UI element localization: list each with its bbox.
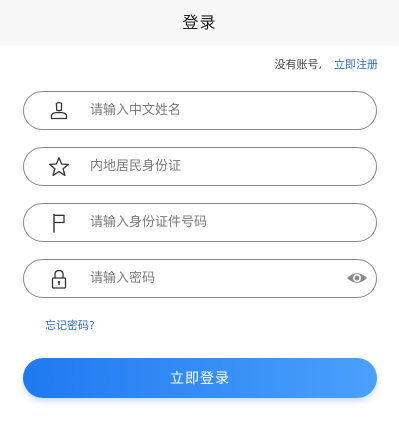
login-button[interactable]: 立即登录: [23, 358, 377, 398]
id-number-input[interactable]: [90, 204, 340, 241]
eye-icon[interactable]: [346, 270, 368, 286]
id-number-field[interactable]: [23, 203, 377, 242]
user-icon: [50, 102, 68, 120]
password-input[interactable]: [90, 260, 340, 297]
password-field[interactable]: [23, 259, 377, 298]
star-icon: [48, 157, 70, 177]
header-bar: 登录: [0, 0, 399, 44]
flag-icon: [53, 213, 65, 233]
forgot-password-link[interactable]: 忘记密码?: [45, 317, 95, 333]
register-prompt: 没有账号,: [274, 58, 323, 71]
lock-icon: [51, 269, 67, 289]
register-link[interactable]: 立即注册: [334, 58, 378, 71]
name-input[interactable]: [90, 92, 340, 129]
register-row: 没有账号, 立即注册: [275, 56, 379, 72]
id-type-select[interactable]: [90, 148, 340, 185]
id-type-field[interactable]: [23, 147, 377, 186]
name-field[interactable]: [23, 91, 377, 130]
page-title: 登录: [182, 13, 217, 32]
